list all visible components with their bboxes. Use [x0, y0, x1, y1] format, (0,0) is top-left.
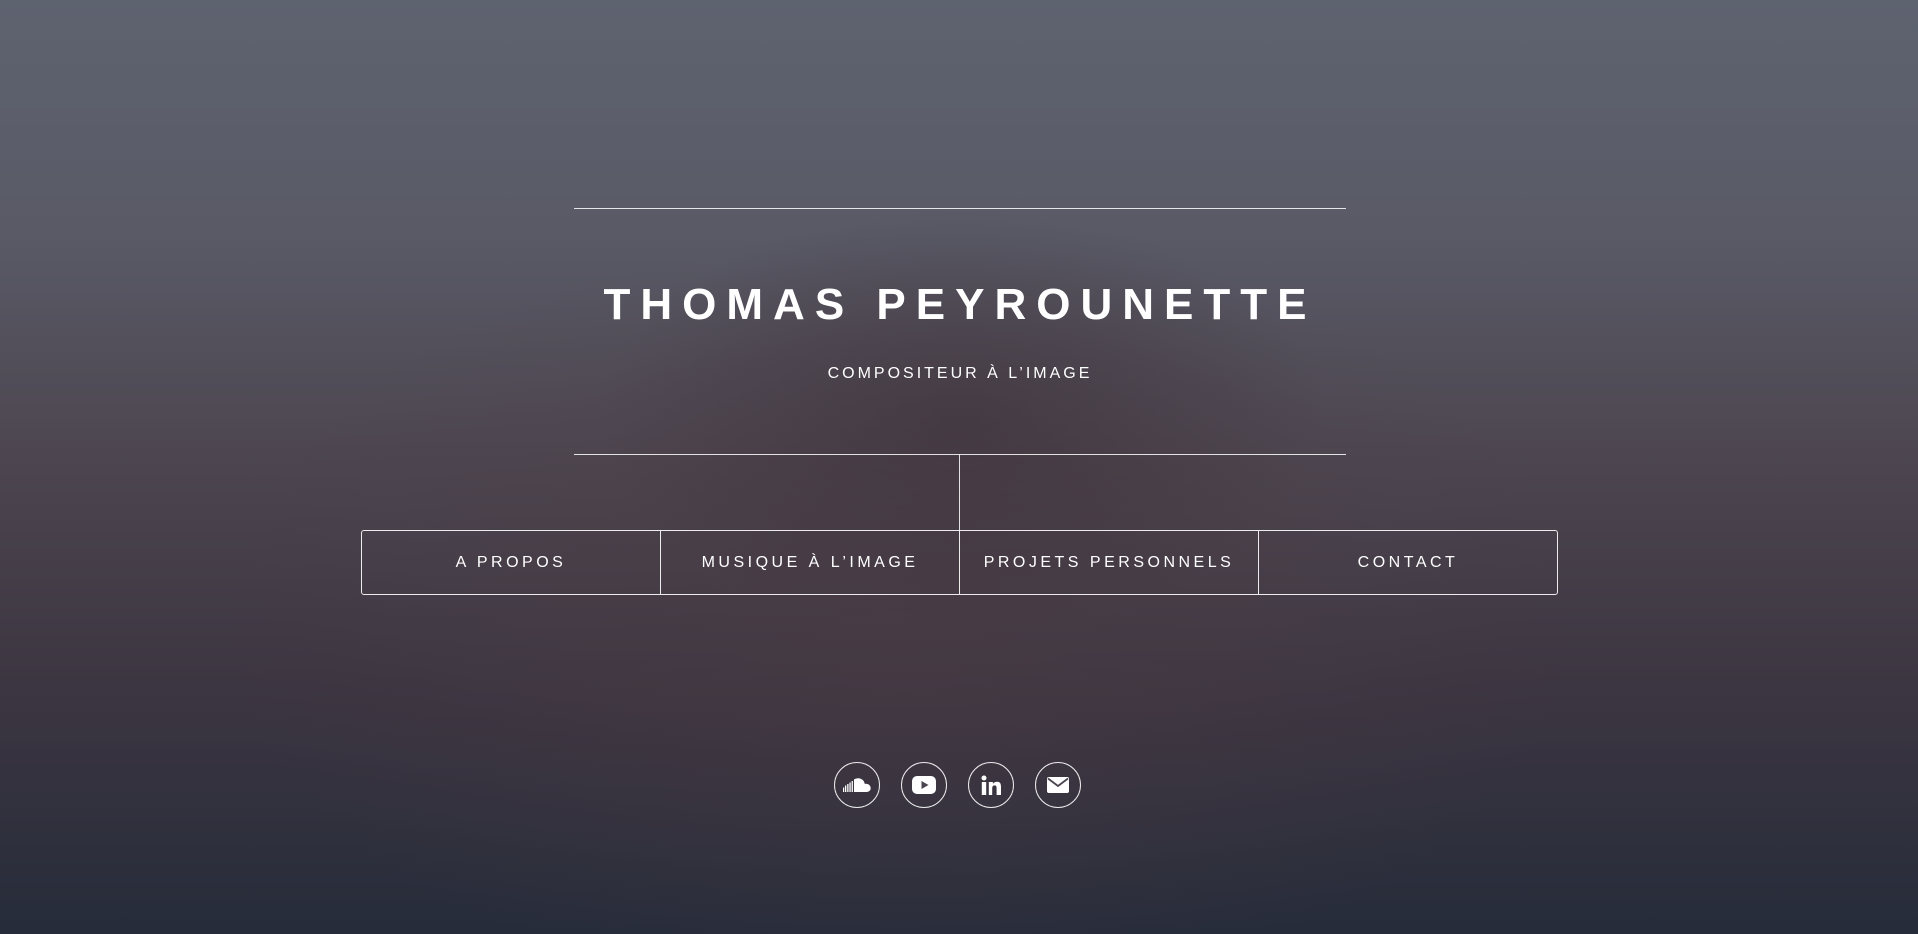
main-nav: A PROPOS MUSIQUE À L’IMAGE PROJETS PERSO…: [361, 530, 1558, 595]
landing-page: THOMAS PEYROUNETTE COMPOSITEUR À L’IMAGE…: [0, 0, 1918, 934]
divider-connector: [959, 454, 960, 531]
email-link[interactable]: [1035, 762, 1081, 808]
linkedin-icon: [981, 775, 1001, 795]
site-subtitle: COMPOSITEUR À L’IMAGE: [827, 365, 1093, 382]
bottom-divider: [574, 454, 1346, 455]
linkedin-link[interactable]: [968, 762, 1014, 808]
soundcloud-icon: [843, 778, 871, 792]
nav-item-contact[interactable]: CONTACT: [1258, 531, 1557, 594]
nav-item-a-propos[interactable]: A PROPOS: [362, 531, 660, 594]
nav-item-musique-a-l-image[interactable]: MUSIQUE À L’IMAGE: [660, 531, 959, 594]
envelope-icon: [1047, 777, 1069, 793]
social-links: [834, 762, 1081, 808]
youtube-icon: [912, 776, 936, 794]
site-title: THOMAS PEYROUNETTE: [603, 280, 1317, 329]
top-divider: [574, 208, 1346, 209]
youtube-link[interactable]: [901, 762, 947, 808]
nav-item-projets-personnels[interactable]: PROJETS PERSONNELS: [959, 531, 1258, 594]
soundcloud-link[interactable]: [834, 762, 880, 808]
